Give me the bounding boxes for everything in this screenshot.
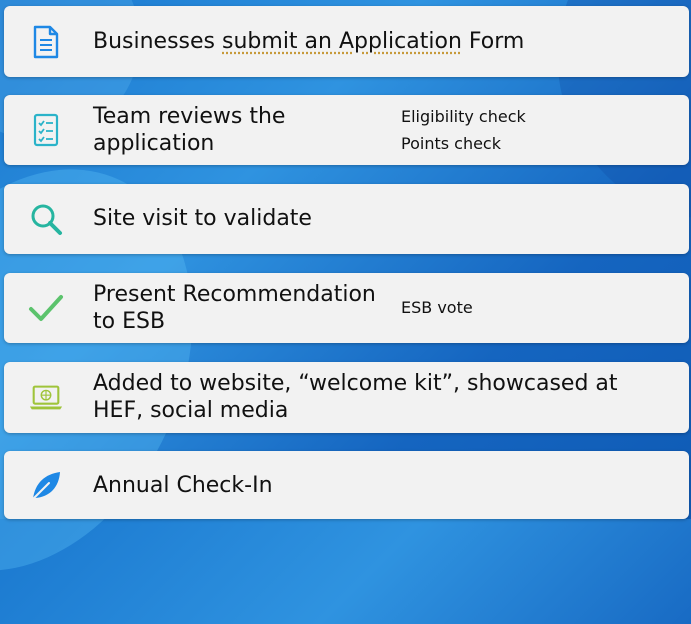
step-title: Businesses submit an Application Form: [93, 28, 524, 55]
step-title-underlined: submit an Application: [222, 29, 462, 54]
step-application-form: Businesses submit an Application Form: [4, 6, 689, 77]
step-title-line: Team reviews the: [93, 103, 285, 130]
search-icon: [28, 201, 64, 237]
note-eligibility-check: Eligibility check: [401, 103, 526, 130]
step-present-recommendation: Present Recommendation to ESB ESB vote: [4, 273, 689, 343]
checkmark-icon: [28, 290, 64, 326]
step-title-line: to ESB: [93, 308, 376, 335]
step-title: Annual Check-In: [93, 472, 273, 499]
step-title: Site visit to validate: [93, 205, 312, 232]
step-annual-check-in: Annual Check-In: [4, 451, 689, 519]
leaf-icon: [28, 468, 64, 504]
step-title: Team reviews the application: [93, 103, 285, 157]
note-esb-vote: ESB vote: [401, 294, 473, 321]
step-added-to-website: Added to website, “welcome kit”, showcas…: [4, 362, 689, 433]
note-points-check: Points check: [401, 130, 526, 157]
checklist-icon: [28, 112, 64, 148]
step-title: Present Recommendation to ESB: [93, 281, 376, 335]
step-title-line: Present Recommendation: [93, 281, 376, 308]
step-title-line: Added to website, “welcome kit”, showcas…: [93, 370, 618, 397]
step-notes: Eligibility check Points check: [401, 103, 526, 157]
document-icon: [28, 24, 64, 60]
step-title: Added to website, “welcome kit”, showcas…: [93, 370, 618, 424]
laptop-icon: [28, 380, 64, 416]
step-title-line: HEF, social media: [93, 397, 618, 424]
step-title-line: application: [93, 130, 285, 157]
step-site-visit: Site visit to validate: [4, 184, 689, 254]
step-team-review: Team reviews the application Eligibility…: [4, 95, 689, 165]
